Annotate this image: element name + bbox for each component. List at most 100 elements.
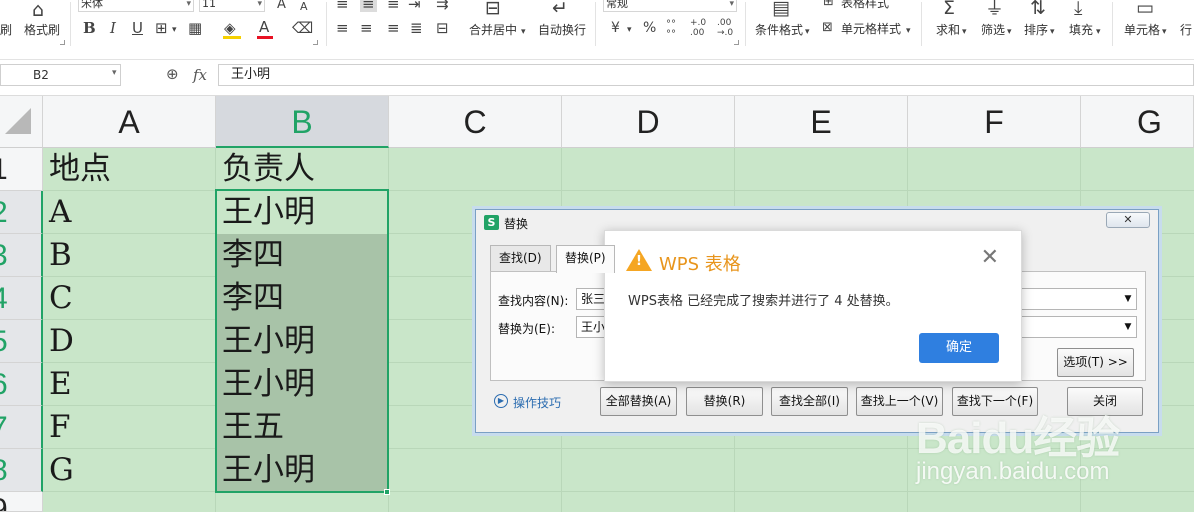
tab-find[interactable]: 查找(D)	[490, 245, 551, 272]
percent-button[interactable]: %	[643, 20, 656, 36]
row-header-6[interactable]: 6	[0, 363, 43, 406]
chevron-down-icon[interactable]: ▾	[906, 23, 911, 39]
name-box[interactable]: B2	[0, 64, 121, 86]
chevron-down-icon[interactable]: ▾	[627, 22, 632, 38]
bold-button[interactable]: B	[83, 20, 96, 36]
tips-link[interactable]: 操作技巧	[513, 394, 561, 411]
column-header-b[interactable]: B	[216, 96, 389, 148]
cell-a8[interactable]: G	[43, 449, 215, 492]
cell-style-icon[interactable]: ⊠	[822, 20, 833, 36]
chevron-down-icon[interactable]: ▾	[1007, 24, 1012, 40]
paintbrush-icon[interactable]: ⌂	[32, 0, 44, 20]
cell-icon[interactable]: ▭	[1136, 0, 1154, 18]
cell-a1[interactable]: 地点	[43, 148, 215, 191]
align-center-icon[interactable]: ≡	[360, 20, 373, 36]
border-icon[interactable]: ⊞	[155, 20, 168, 36]
chevron-down-icon[interactable]: ▾	[112, 68, 117, 78]
row-header-3[interactable]: 3	[0, 234, 43, 277]
number-format-select[interactable]: 常规	[603, 0, 737, 12]
chevron-down-icon[interactable]: ▾	[1096, 24, 1101, 40]
brush-partial-label[interactable]: 刷	[0, 23, 12, 37]
chevron-down-icon[interactable]: ▾	[1162, 24, 1167, 40]
fill-color-icon[interactable]: ◈	[224, 20, 236, 36]
column-header-g[interactable]: G	[1081, 96, 1194, 148]
tab-replace[interactable]: 替换(P)	[556, 245, 615, 273]
underline-button[interactable]: U	[132, 20, 143, 36]
column-header-f[interactable]: F	[908, 96, 1081, 148]
sum-icon[interactable]: Σ	[943, 0, 955, 18]
chevron-down-icon[interactable]: ▾	[962, 24, 967, 40]
sum-button[interactable]: 求和	[936, 23, 960, 37]
indent-more-icon[interactable]: ⇉	[436, 0, 449, 12]
select-all-corner[interactable]	[0, 96, 43, 148]
row-col-button[interactable]: 行	[1180, 23, 1192, 37]
align-left-icon[interactable]: ≡	[336, 20, 349, 36]
conditional-format-button[interactable]: 条件格式	[755, 23, 803, 37]
chevron-down-icon[interactable]: ▼	[1121, 317, 1135, 337]
cell-a7[interactable]: F	[43, 406, 215, 449]
column-header-c[interactable]: C	[389, 96, 562, 148]
table-style-icon[interactable]: ⊞	[823, 0, 834, 10]
thousands-icon[interactable]: °° °°	[666, 20, 676, 40]
fill-handle[interactable]	[384, 489, 390, 495]
wrap-text-button[interactable]: 自动换行	[538, 23, 586, 37]
wrap-text-icon[interactable]: ↵	[552, 0, 568, 18]
indent-icon[interactable]: ⇥	[408, 0, 421, 12]
cell-fill-icon[interactable]: ▦	[188, 20, 202, 36]
close-icon[interactable]: ✕	[1106, 212, 1150, 228]
cell-a4[interactable]: C	[43, 277, 215, 320]
zoom-search-icon[interactable]: ⊕	[166, 65, 179, 83]
decrease-decimal-icon[interactable]: .00 →.0	[717, 18, 733, 38]
row-header-9[interactable]: 9	[0, 492, 43, 512]
merge-center-icon[interactable]: ⊟	[485, 0, 501, 18]
group-expand-icon[interactable]	[60, 40, 65, 45]
cell-a6[interactable]: E	[43, 363, 215, 406]
italic-button[interactable]: I	[110, 20, 116, 36]
replace-button[interactable]: 替换(R)	[686, 387, 763, 416]
increase-decimal-icon[interactable]: +.0.00	[690, 18, 706, 38]
row-header-8[interactable]: 8	[0, 449, 43, 492]
justify-icon[interactable]: ≣	[410, 20, 423, 36]
column-header-d[interactable]: D	[562, 96, 735, 148]
fill-button[interactable]: 填充	[1069, 23, 1093, 37]
align-top-icon[interactable]: ≡	[336, 0, 349, 12]
sort-button[interactable]: 排序	[1024, 23, 1048, 37]
chevron-down-icon[interactable]: ▾	[1050, 24, 1055, 40]
row-header-2[interactable]: 2	[0, 191, 43, 234]
find-prev-button[interactable]: 查找上一个(V)	[856, 387, 943, 416]
merge-center-button[interactable]: 合并居中	[469, 23, 517, 37]
play-icon[interactable]: ▶	[494, 394, 508, 408]
group-expand-icon[interactable]	[734, 40, 739, 45]
column-header-a[interactable]: A	[43, 96, 216, 148]
close-icon[interactable]: ✕	[981, 247, 999, 269]
chevron-down-icon[interactable]: ▼	[1121, 289, 1135, 309]
filter-button[interactable]: 筛选	[981, 23, 1005, 37]
font-color-icon[interactable]: A	[259, 19, 269, 35]
sort-icon[interactable]: ⇅	[1030, 0, 1046, 18]
close-button[interactable]: 关闭	[1067, 387, 1143, 416]
chevron-down-icon[interactable]: ▾	[805, 24, 810, 40]
table-style-button[interactable]: 表格样式	[841, 0, 889, 10]
font-shrink-icon[interactable]: A	[300, 0, 308, 15]
currency-button[interactable]: ¥	[611, 20, 620, 36]
align-bottom-icon[interactable]: ≡	[387, 0, 400, 12]
cell-button[interactable]: 单元格	[1124, 23, 1160, 37]
column-header-e[interactable]: E	[735, 96, 908, 148]
row-header-4[interactable]: 4	[0, 277, 43, 320]
cell-a2[interactable]: A	[43, 191, 215, 234]
find-all-button[interactable]: 查找全部(I)	[771, 387, 848, 416]
fill-icon[interactable]: ⤓	[1074, 0, 1082, 18]
cell-style-button[interactable]: 单元格样式	[841, 22, 901, 36]
conditional-format-icon[interactable]: ▤	[772, 0, 790, 18]
group-expand-icon[interactable]	[313, 40, 318, 45]
align-right-icon[interactable]: ≡	[387, 20, 400, 36]
row-header-1[interactable]: 1	[0, 148, 43, 191]
distributed-icon[interactable]: ⊟	[436, 20, 449, 36]
font-grow-icon[interactable]: A	[277, 0, 286, 13]
formula-input[interactable]: 王小明	[218, 64, 1194, 86]
filter-icon[interactable]: ⏚	[985, 0, 1004, 18]
chevron-down-icon[interactable]: ▾	[172, 22, 177, 38]
align-middle-icon[interactable]: ≡	[360, 0, 377, 12]
chevron-down-icon[interactable]: ▾	[521, 24, 526, 40]
replace-all-button[interactable]: 全部替换(A)	[600, 387, 677, 416]
